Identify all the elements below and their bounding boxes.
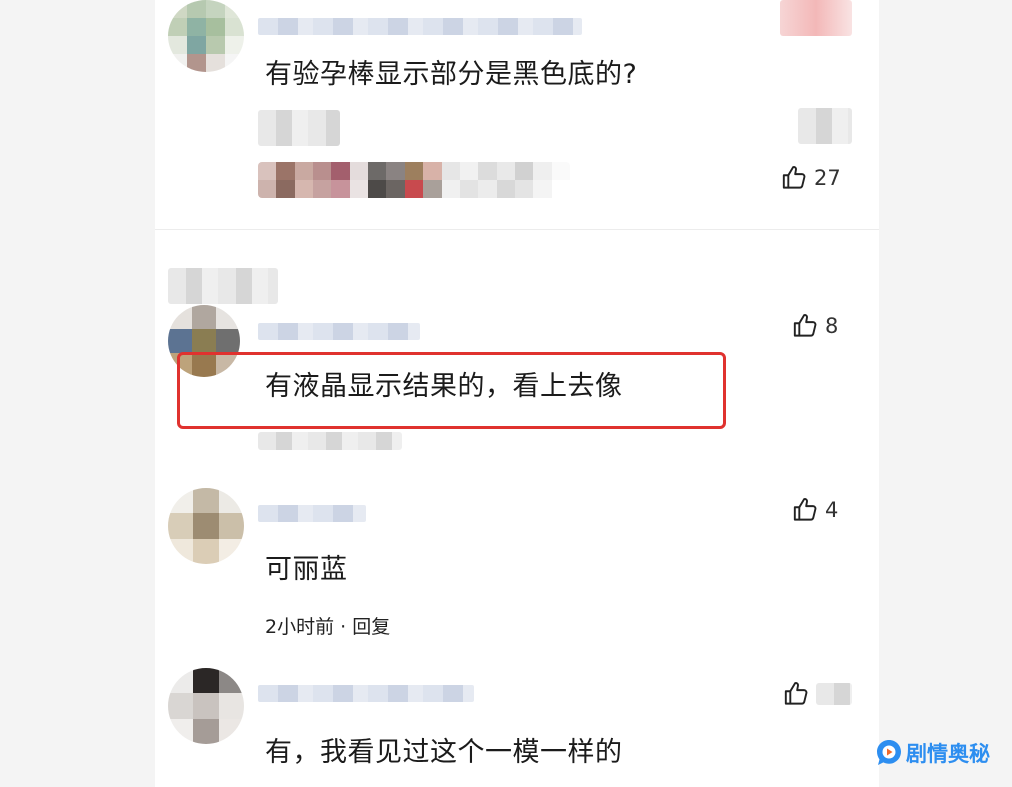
username[interactable] — [258, 685, 474, 702]
reply-preview — [168, 268, 278, 304]
username[interactable] — [258, 18, 582, 35]
avatar[interactable] — [168, 0, 244, 72]
thumbs-up-icon — [784, 682, 808, 705]
reply-preview — [798, 108, 852, 144]
comment-meta — [258, 110, 340, 146]
username[interactable] — [258, 505, 366, 522]
watermark: 剧情奥秘 — [876, 738, 990, 768]
thumbs-up-icon — [793, 498, 817, 521]
highlight-box — [177, 352, 726, 429]
avatar[interactable] — [168, 488, 244, 564]
timestamp: 2小时前 — [265, 616, 335, 638]
thumbs-up-icon — [782, 166, 806, 189]
like-count: 27 — [814, 165, 841, 190]
avatar[interactable] — [168, 668, 244, 744]
comment-meta: 2小时前 · 回复 — [265, 612, 390, 639]
divider — [155, 229, 879, 230]
like-button[interactable]: 4 — [792, 496, 838, 523]
watermark-text: 剧情奥秘 — [906, 742, 990, 766]
thumbs-up-icon — [793, 314, 817, 337]
reply-button[interactable]: 回复 — [352, 616, 390, 638]
like-button[interactable]: 8 — [792, 312, 838, 339]
like-button[interactable]: 27 — [781, 164, 841, 191]
play-bubble-icon — [877, 740, 901, 765]
like-button[interactable] — [783, 680, 852, 707]
comment-text: 有，我看见过这个一模一样的 — [265, 737, 623, 768]
liker-avatars[interactable] — [258, 162, 570, 198]
comment-meta — [258, 432, 402, 450]
comment-text: 可丽蓝 — [265, 554, 348, 585]
comment-text: 有验孕棒显示部分是黑色底的? — [265, 59, 638, 90]
like-count — [816, 682, 852, 705]
reply-preview — [780, 0, 852, 36]
like-count: 4 — [825, 497, 839, 522]
username[interactable] — [258, 323, 420, 340]
separator: · — [340, 616, 347, 638]
like-count: 8 — [825, 313, 839, 338]
